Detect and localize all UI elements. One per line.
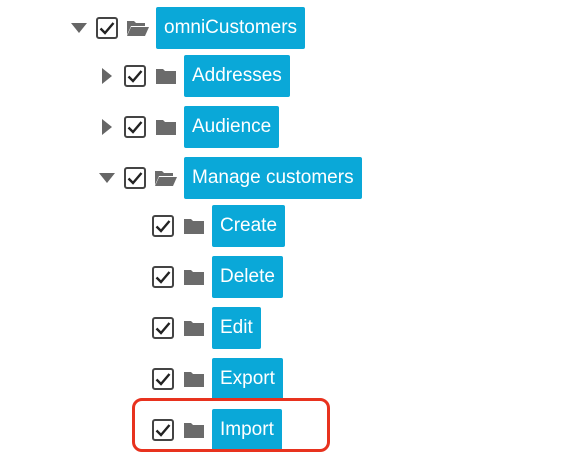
- tree-node-export: Export: [152, 358, 283, 400]
- checkbox-delete[interactable]: [152, 266, 174, 288]
- folder-open-icon: [126, 18, 150, 38]
- checkbox-import[interactable]: [152, 419, 174, 441]
- tree-label-edit[interactable]: Edit: [212, 307, 261, 349]
- tree-label-export[interactable]: Export: [212, 358, 283, 400]
- checkbox-edit[interactable]: [152, 317, 174, 339]
- checkbox-omnicustomers[interactable]: [96, 17, 118, 39]
- caret-down-icon[interactable]: [96, 167, 118, 189]
- folder-icon: [182, 216, 206, 236]
- checkbox-audience[interactable]: [124, 116, 146, 138]
- caret-right-icon[interactable]: [96, 116, 118, 138]
- tree-label-omnicustomers[interactable]: omniCustomers: [156, 7, 306, 49]
- tree-label-audience[interactable]: Audience: [184, 106, 280, 148]
- checkbox-export[interactable]: [152, 368, 174, 390]
- caret-down-icon[interactable]: [68, 17, 90, 39]
- tree-node-addresses: Addresses: [96, 55, 290, 97]
- tree-node-create: Create: [152, 205, 286, 247]
- tree-node-omnicustomers: omniCustomers: [68, 7, 306, 49]
- folder-icon: [182, 420, 206, 440]
- tree-node-import: Import: [152, 409, 282, 451]
- tree-label-import[interactable]: Import: [212, 409, 282, 451]
- folder-icon: [154, 66, 178, 86]
- folder-icon: [182, 267, 206, 287]
- tree-label-create[interactable]: Create: [212, 205, 286, 247]
- folder-open-icon: [154, 168, 178, 188]
- folder-icon: [154, 117, 178, 137]
- folder-icon: [182, 318, 206, 338]
- permission-tree: omniCustomers Addresses Audience Manage …: [0, 0, 588, 455]
- checkbox-create[interactable]: [152, 215, 174, 237]
- tree-node-audience: Audience: [96, 106, 280, 148]
- tree-label-manage-customers[interactable]: Manage customers: [184, 157, 362, 199]
- tree-label-delete[interactable]: Delete: [212, 256, 283, 298]
- tree-node-manage-customers: Manage customers: [96, 157, 362, 199]
- tree-node-delete: Delete: [152, 256, 283, 298]
- checkbox-addresses[interactable]: [124, 65, 146, 87]
- tree-label-addresses[interactable]: Addresses: [184, 55, 290, 97]
- tree-node-edit: Edit: [152, 307, 261, 349]
- folder-icon: [182, 369, 206, 389]
- caret-right-icon[interactable]: [96, 65, 118, 87]
- checkbox-manage-customers[interactable]: [124, 167, 146, 189]
